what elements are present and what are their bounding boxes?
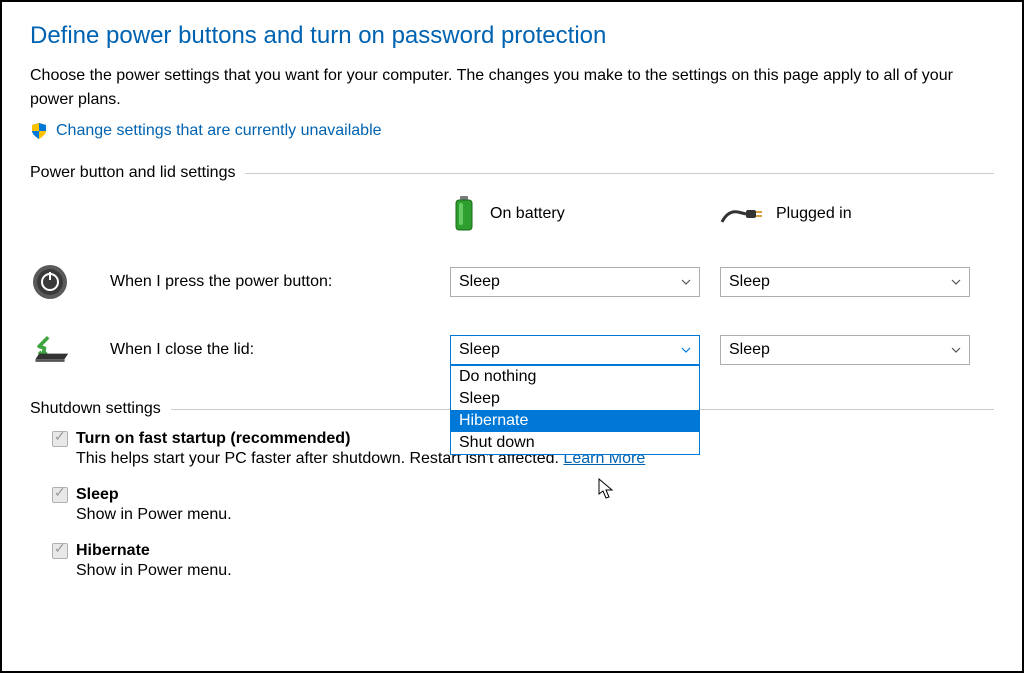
- select-value: Sleep: [459, 273, 500, 291]
- power-lid-grid: On battery Plugged in When I press the p…: [30, 194, 994, 370]
- power-button-icon: [30, 262, 70, 302]
- dropdown-item-hibernate[interactable]: Hibernate: [451, 410, 699, 432]
- dropdown-item-sleep[interactable]: Sleep: [451, 388, 699, 410]
- power-button-plugged-select[interactable]: Sleep: [720, 267, 970, 297]
- sleep-desc: Show in Power menu.: [76, 506, 994, 524]
- intro-text: Choose the power settings that you want …: [30, 64, 994, 112]
- power-button-battery-select[interactable]: Sleep: [450, 267, 700, 297]
- section-power-lid: Power button and lid settings: [30, 164, 994, 182]
- chevron-down-icon: [681, 277, 691, 287]
- battery-icon: [450, 194, 478, 234]
- chevron-down-icon: [951, 345, 961, 355]
- admin-link-row: Change settings that are currently unava…: [30, 122, 994, 140]
- select-value: Sleep: [729, 341, 770, 359]
- hibernate-label: Hibernate: [76, 542, 150, 560]
- select-value: Sleep: [459, 341, 500, 359]
- close-lid-battery-dropdown: Do nothing Sleep Hibernate Shut down: [450, 365, 700, 455]
- close-lid-icon: [30, 330, 70, 370]
- col-plugged-label: Plugged in: [776, 205, 852, 223]
- col-plugged-header: Plugged in: [720, 202, 970, 226]
- fast-startup-label: Turn on fast startup (recommended): [76, 430, 350, 448]
- plug-icon: [720, 202, 764, 226]
- page-title: Define power buttons and turn on passwor…: [30, 22, 994, 50]
- sleep-label: Sleep: [76, 486, 119, 504]
- select-value: Sleep: [729, 273, 770, 291]
- change-settings-link[interactable]: Change settings that are currently unava…: [56, 122, 382, 140]
- power-button-label: When I press the power button:: [110, 273, 430, 291]
- close-lid-label: When I close the lid:: [110, 341, 430, 359]
- col-battery-header: On battery: [450, 194, 700, 234]
- hibernate-checkbox[interactable]: [52, 543, 68, 559]
- dropdown-item-do-nothing[interactable]: Do nothing: [451, 366, 699, 388]
- sleep-item: Sleep Show in Power menu.: [52, 486, 994, 524]
- shield-icon: [30, 122, 48, 140]
- hibernate-item: Hibernate Show in Power menu.: [52, 542, 994, 580]
- close-lid-plugged-select[interactable]: Sleep: [720, 335, 970, 365]
- close-lid-battery-select[interactable]: Sleep Do nothing Sleep Hibernate Shut do…: [450, 335, 700, 365]
- dropdown-item-shut-down[interactable]: Shut down: [451, 432, 699, 454]
- col-battery-label: On battery: [490, 205, 565, 223]
- hibernate-desc: Show in Power menu.: [76, 562, 994, 580]
- sleep-checkbox[interactable]: [52, 487, 68, 503]
- chevron-down-icon: [681, 345, 691, 355]
- cursor-icon: [598, 478, 616, 500]
- chevron-down-icon: [951, 277, 961, 287]
- fast-startup-checkbox[interactable]: [52, 431, 68, 447]
